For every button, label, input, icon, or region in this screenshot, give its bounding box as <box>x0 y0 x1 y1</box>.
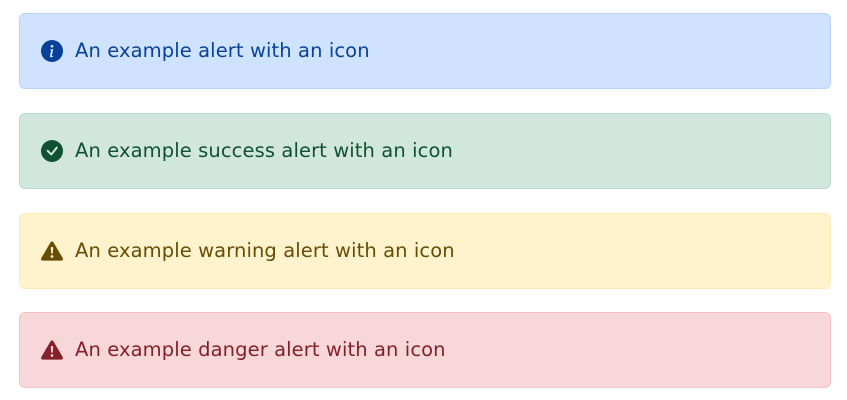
info-circle-icon <box>41 40 63 62</box>
check-circle-icon <box>41 140 63 162</box>
danger-triangle-icon <box>41 339 63 361</box>
danger-alert-message: An example danger alert with an icon <box>75 338 446 362</box>
warning-alert-message: An example warning alert with an icon <box>75 239 455 263</box>
success-alert-message: An example success alert with an icon <box>75 139 453 163</box>
danger-alert: An example danger alert with an icon <box>19 312 831 388</box>
info-alert: An example alert with an icon <box>19 13 831 89</box>
info-alert-message: An example alert with an icon <box>75 39 370 63</box>
alert-list: An example alert with an icon An example… <box>0 0 847 400</box>
warning-alert: An example warning alert with an icon <box>19 213 831 289</box>
warning-triangle-icon <box>41 240 63 262</box>
success-alert: An example success alert with an icon <box>19 113 831 189</box>
